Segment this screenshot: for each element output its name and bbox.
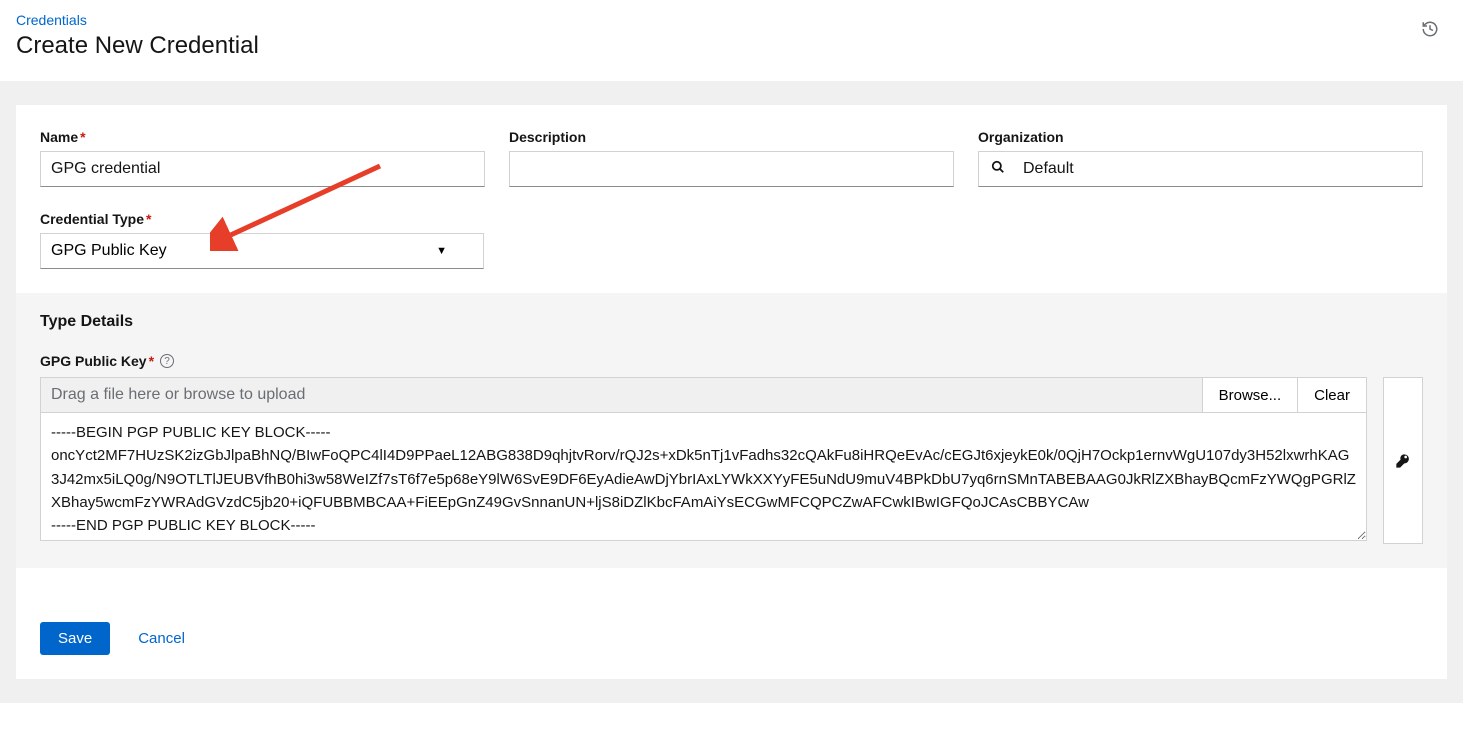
gpg-key-label: GPG Public Key* [40,353,154,369]
page-title: Create New Credential [16,32,259,60]
credential-type-select[interactable]: GPG Public Key ▼ [40,233,484,269]
credential-type-group: Credential Type* GPG Public Key ▼ [40,211,484,269]
key-icon [1395,453,1411,469]
save-button[interactable]: Save [40,622,110,655]
gpg-key-textarea[interactable] [40,413,1367,541]
organization-field-group: Organization [978,129,1423,187]
description-input[interactable] [509,151,954,187]
cancel-button[interactable]: Cancel [138,630,185,647]
organization-label: Organization [978,129,1423,145]
file-drop-zone[interactable]: Drag a file here or browse to upload [41,378,1202,412]
name-field-group: Name* [40,129,485,187]
encrypt-key-button[interactable] [1383,377,1423,544]
required-indicator: * [149,353,154,369]
form-actions: Save Cancel [16,568,1447,679]
name-input[interactable] [40,151,485,187]
description-label: Description [509,129,954,145]
organization-input[interactable] [1017,152,1422,186]
clear-button[interactable]: Clear [1297,378,1366,412]
description-field-group: Description [509,129,954,187]
history-icon[interactable] [1413,12,1447,51]
credential-type-label: Credential Type* [40,211,484,227]
file-upload-bar: Drag a file here or browse to upload Bro… [40,377,1367,413]
type-details-heading: Type Details [40,313,1423,331]
name-label: Name* [40,129,485,145]
search-icon[interactable] [979,160,1017,178]
organization-lookup[interactable] [978,151,1423,187]
required-indicator: * [80,129,85,145]
type-details-section: Type Details GPG Public Key* ? Drag a fi… [16,293,1447,568]
required-indicator: * [146,211,151,227]
credential-type-value: GPG Public Key [51,242,167,260]
breadcrumb-credentials[interactable]: Credentials [16,12,87,28]
browse-button[interactable]: Browse... [1202,378,1298,412]
chevron-down-icon: ▼ [436,245,447,257]
help-icon[interactable]: ? [160,354,174,368]
